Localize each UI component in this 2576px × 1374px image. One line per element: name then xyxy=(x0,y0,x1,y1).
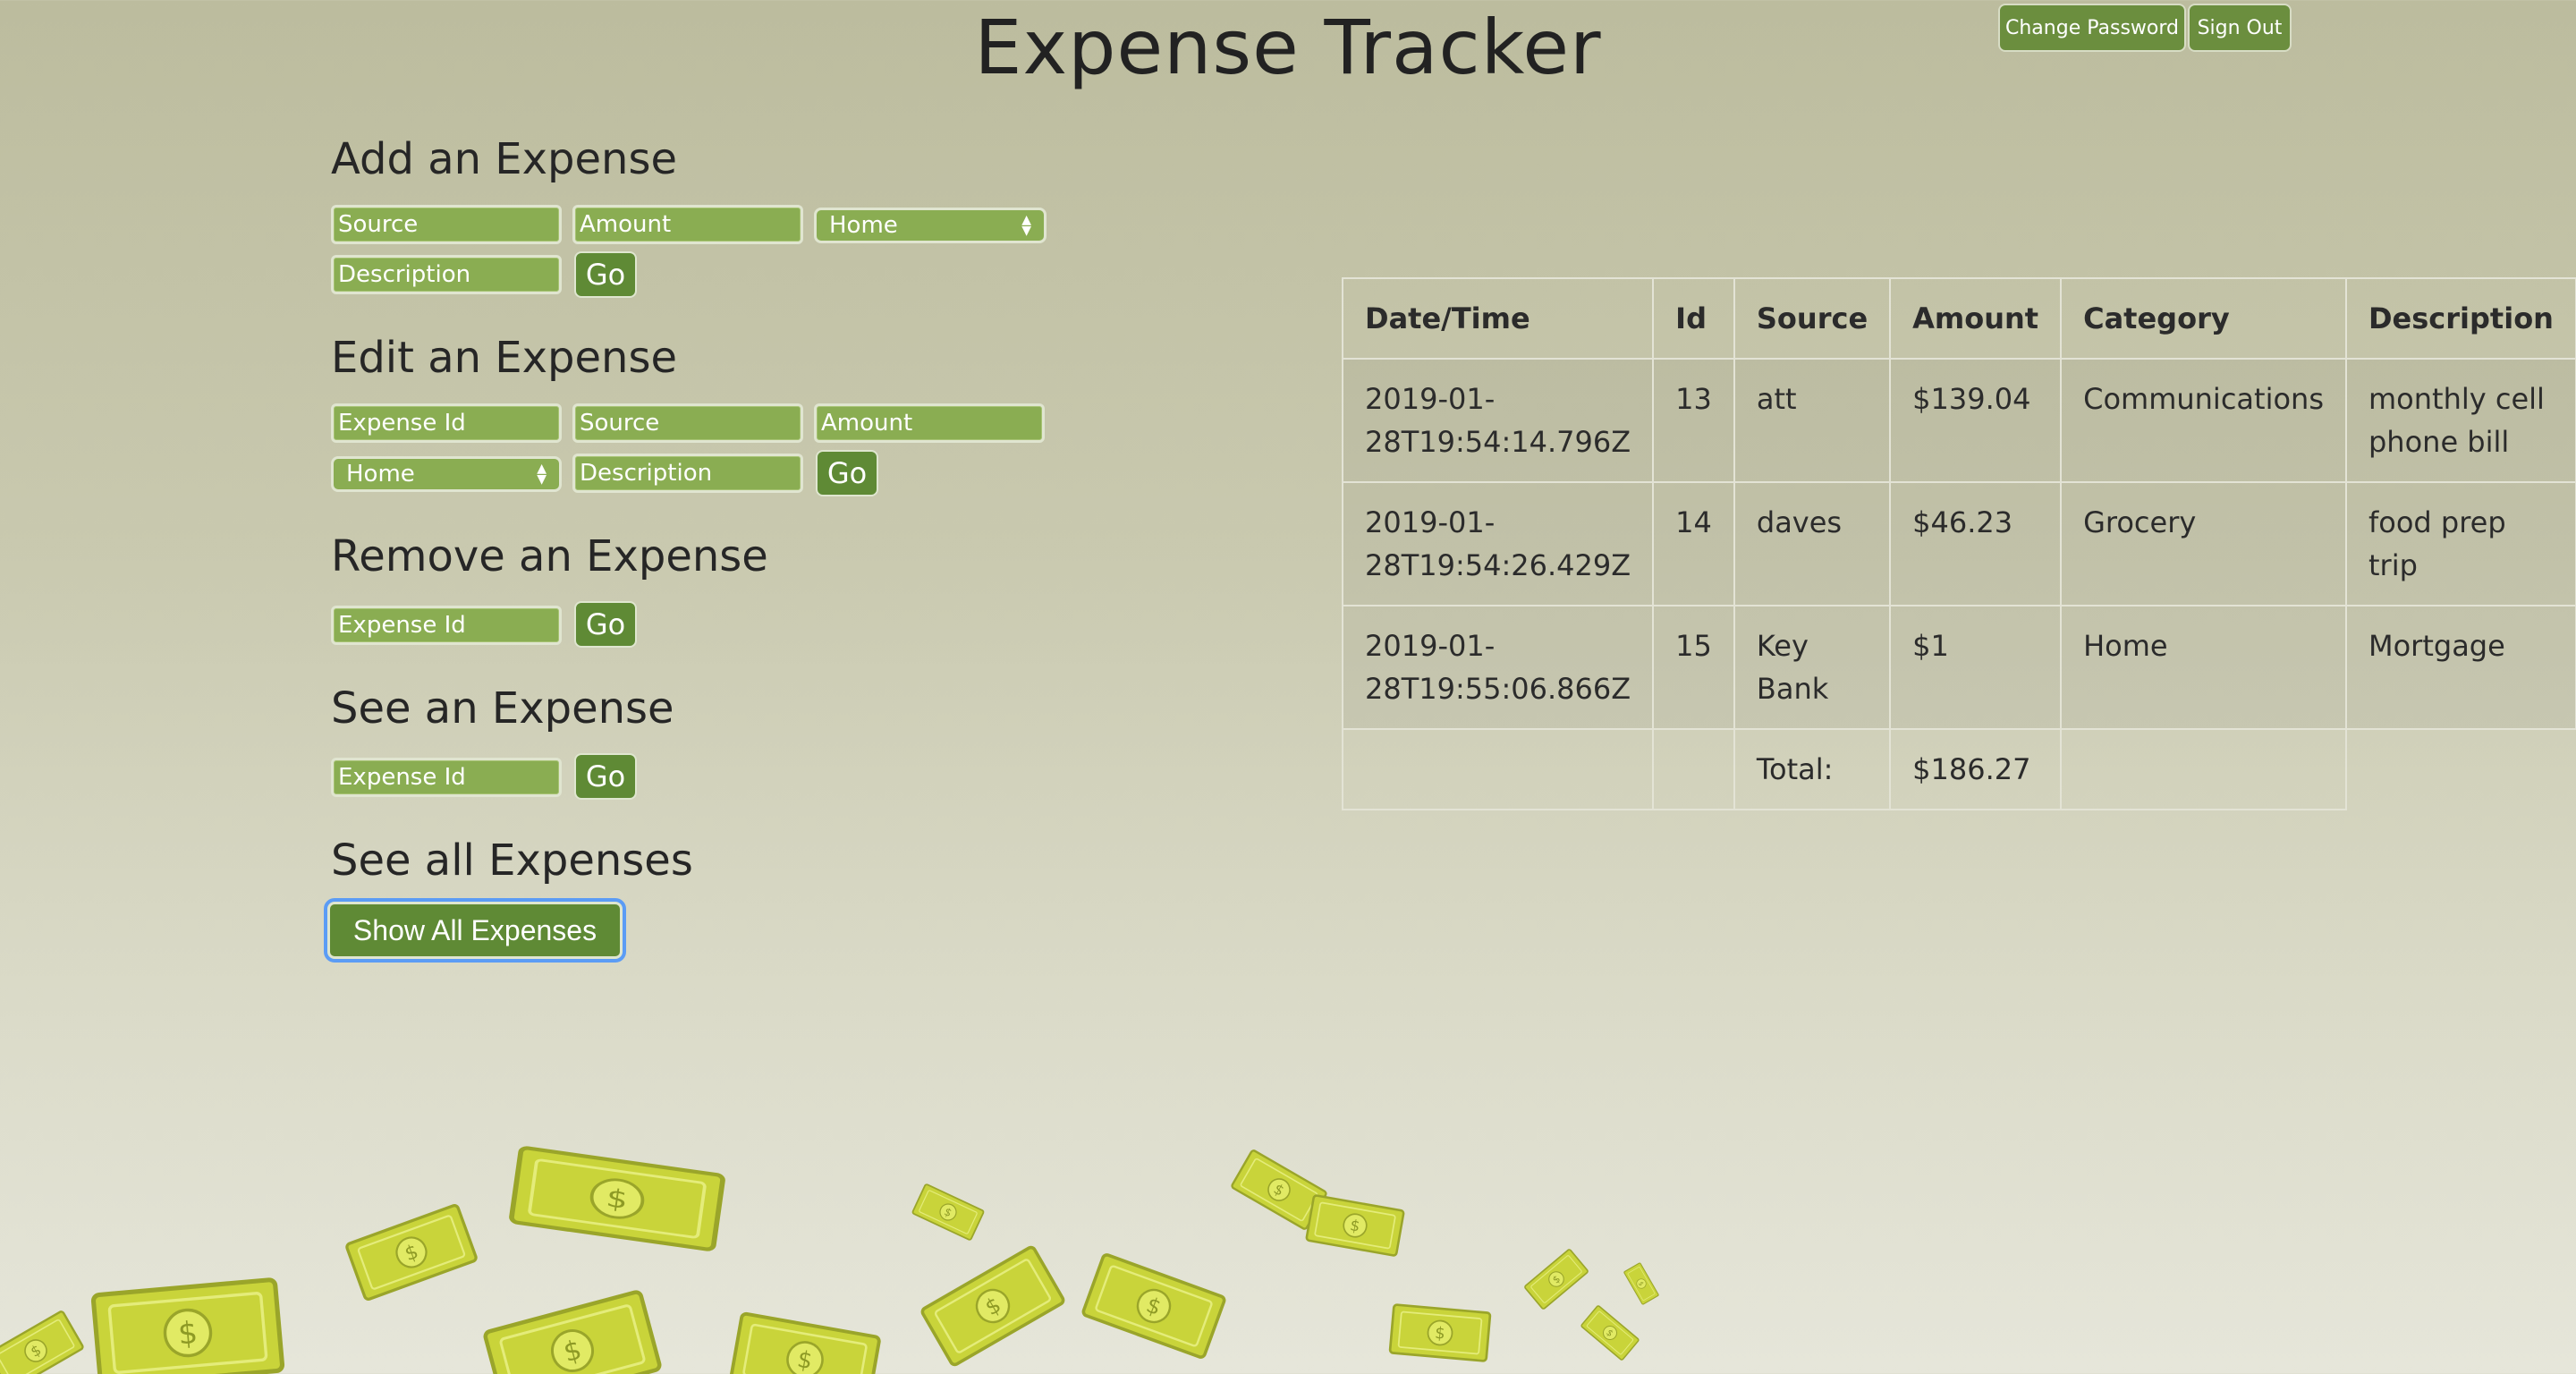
table-row: 2019-01- 28T19:54:14.796Z 13 att $139.04 … xyxy=(1341,358,2576,483)
edit-go-button[interactable]: Go xyxy=(816,450,878,496)
cell-description: Mortgage xyxy=(2344,605,2576,730)
cell-description: food prep trip xyxy=(2344,481,2576,606)
dollar-bill-icon xyxy=(1623,1262,1660,1305)
table-row: 2019-01- 28T19:55:06.866Z 15 Key Bank $1 … xyxy=(1341,605,2576,730)
see-go-button[interactable]: Go xyxy=(574,753,637,800)
show-all-expenses-button[interactable]: Show All Expenses xyxy=(324,898,626,963)
col-amount: Amount xyxy=(1889,277,2063,360)
table-row: 2019-01- 28T19:54:26.429Z 14 daves $46.23… xyxy=(1341,481,2576,606)
change-password-button[interactable]: Change Password xyxy=(1998,4,2186,52)
updown-arrows-icon: ▲ ▼ xyxy=(537,462,547,487)
dollar-bill-icon xyxy=(1580,1304,1640,1361)
dollar-bill-icon xyxy=(911,1183,986,1242)
cell-id: 15 xyxy=(1652,605,1735,730)
dollar-bill-icon xyxy=(344,1202,479,1302)
cell-datetime: 2019-01- 28T19:55:06.866Z xyxy=(1341,605,1655,730)
cell-source: att xyxy=(1733,358,1892,483)
edit-description-input[interactable]: Description xyxy=(572,454,803,493)
add-category-select[interactable]: Home ▲ ▼ xyxy=(814,208,1046,243)
dollar-bill-icon xyxy=(1388,1303,1492,1362)
cell-amount: $1 xyxy=(1889,605,2063,730)
dollar-bill-icon xyxy=(1523,1248,1589,1310)
cell-description: monthly cell phone bill xyxy=(2344,358,2576,483)
dollar-bill-icon xyxy=(93,1279,283,1374)
add-source-input[interactable]: Source xyxy=(331,205,562,244)
cell-empty xyxy=(2346,729,2576,810)
table-header-row: Date/Time Id Source Amount Category Desc… xyxy=(1341,277,2576,360)
see-expense-heading: See an Expense xyxy=(331,683,674,734)
cell-category: Grocery xyxy=(2060,481,2347,606)
see-all-heading: See all Expenses xyxy=(331,835,693,886)
dollar-bill-icon xyxy=(511,1148,723,1251)
edit-id-input[interactable]: Expense Id xyxy=(331,403,562,443)
remove-go-button[interactable]: Go xyxy=(574,601,637,648)
col-id: Id xyxy=(1652,277,1735,360)
edit-category-value: Home xyxy=(346,461,415,488)
cell-id: 13 xyxy=(1652,358,1735,483)
cell-empty xyxy=(2060,728,2347,810)
dollar-bill-icon xyxy=(919,1244,1067,1368)
cell-amount: $46.23 xyxy=(1889,481,2063,606)
col-description: Description xyxy=(2344,277,2576,360)
remove-id-input[interactable]: Expense Id xyxy=(331,606,562,645)
falling-money-decoration: $ xyxy=(0,1127,1660,1374)
cell-datetime: 2019-01- 28T19:54:26.429Z xyxy=(1341,481,1655,606)
col-category: Category xyxy=(2060,277,2347,360)
edit-source-input[interactable]: Source xyxy=(572,403,803,443)
cell-empty xyxy=(1341,728,1655,810)
dollar-bill-icon xyxy=(1080,1251,1227,1361)
sign-out-button[interactable]: Sign Out xyxy=(2188,4,2292,52)
cell-empty xyxy=(1652,728,1735,810)
edit-category-select[interactable]: Home ▲ ▼ xyxy=(331,456,562,492)
cell-datetime: 2019-01- 28T19:54:14.796Z xyxy=(1341,358,1655,483)
add-category-value: Home xyxy=(829,212,898,239)
cell-source: Key Bank xyxy=(1733,605,1892,730)
col-source: Source xyxy=(1733,277,1892,360)
col-datetime: Date/Time xyxy=(1341,277,1655,360)
edit-amount-input[interactable]: Amount xyxy=(814,403,1045,443)
expenses-table: Date/Time Id Source Amount Category Desc… xyxy=(1341,277,2576,810)
cell-category: Home xyxy=(2060,605,2347,730)
dollar-bill-icon xyxy=(484,1291,660,1374)
dollar-bill-icon xyxy=(1305,1193,1405,1258)
cell-amount: $139.04 xyxy=(1889,358,2063,483)
add-description-input[interactable]: Description xyxy=(331,255,562,294)
total-value: $186.27 xyxy=(1889,728,2063,810)
see-id-input[interactable]: Expense Id xyxy=(331,758,562,797)
dollar-bill-icon xyxy=(0,1310,85,1374)
add-go-button[interactable]: Go xyxy=(574,251,637,298)
remove-expense-heading: Remove an Expense xyxy=(331,531,768,581)
cell-category: Communications xyxy=(2060,358,2347,483)
edit-expense-heading: Edit an Expense xyxy=(331,333,677,383)
table-total-row: Total: $186.27 xyxy=(1341,728,2576,810)
total-label: Total: xyxy=(1733,728,1892,810)
cell-source: daves xyxy=(1733,481,1892,606)
add-expense-heading: Add an Expense xyxy=(331,134,677,184)
cell-id: 14 xyxy=(1652,481,1735,606)
add-amount-input[interactable]: Amount xyxy=(572,205,803,244)
updown-arrows-icon: ▲ ▼ xyxy=(1021,213,1031,238)
dollar-bill-icon xyxy=(728,1311,882,1374)
